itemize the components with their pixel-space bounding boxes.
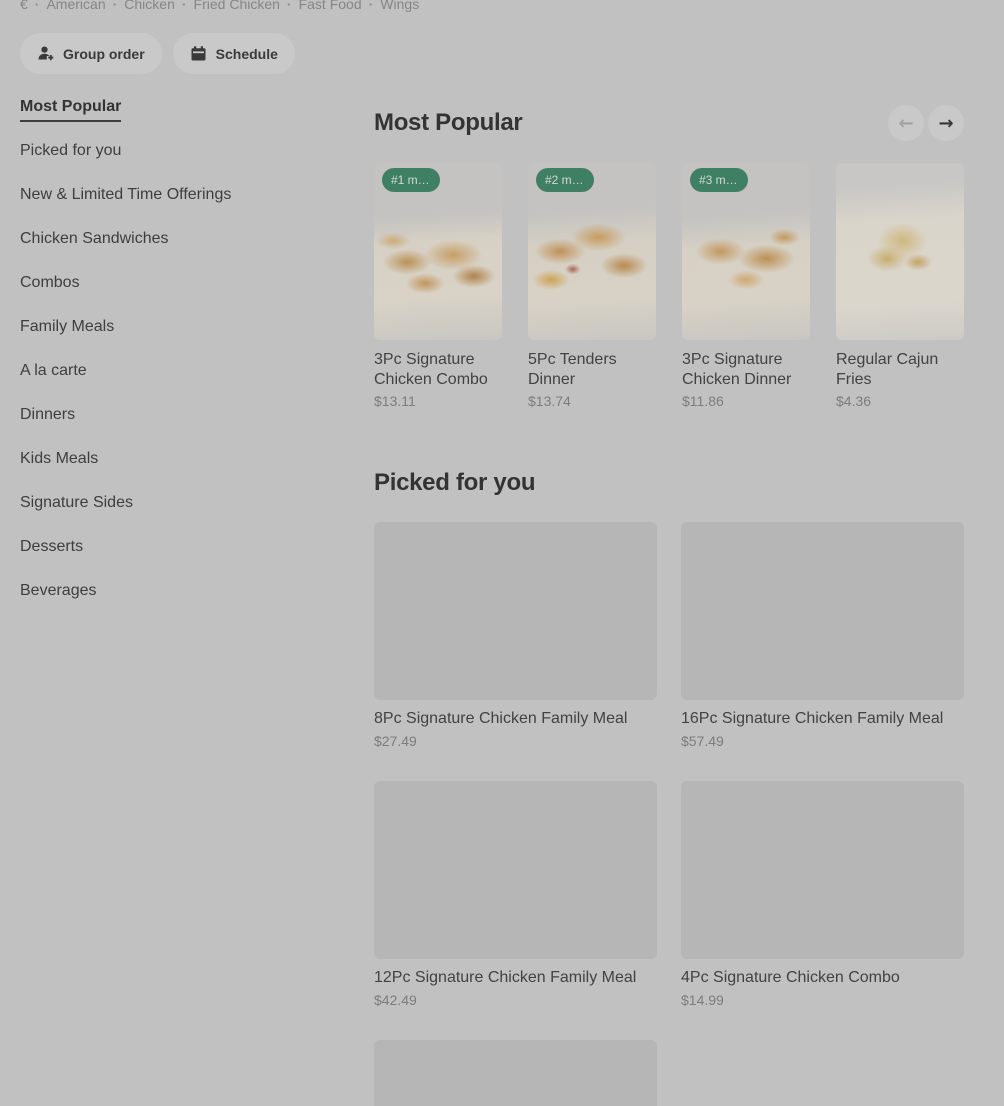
sidebar-item-a-la-carte[interactable]: A la carte (20, 362, 355, 406)
item-image-placeholder (374, 522, 657, 700)
menu-item-card-4pc-signature-chicken-combo[interactable]: 4Pc Signature Chicken Combo $14.99 (681, 781, 964, 1008)
sidebar-item-combos[interactable]: Combos (20, 274, 355, 318)
sidebar-item-kids-meals[interactable]: Kids Meals (20, 450, 355, 494)
most-popular-carousel: #1 m… 3Pc Signature Chicken Combo $13.11… (374, 163, 964, 409)
item-image: #1 m… (374, 163, 502, 340)
sidebar-item-new-limited-time-offerings[interactable]: New & Limited Time Offerings (20, 186, 355, 230)
schedule-label: Schedule (215, 45, 278, 62)
menu-category-sidebar: Most Popular Picked for you New & Limite… (20, 98, 355, 626)
carousel-nav: ← → (888, 105, 964, 141)
item-name: Regular Cajun Fries (836, 351, 939, 388)
menu-item-card-12pc-family-meal[interactable]: 12Pc Signature Chicken Family Meal $42.4… (374, 781, 657, 1008)
menu-item-card-3pc-signature-chicken-dinner[interactable]: #3 m… 3Pc Signature Chicken Dinner $11.8… (682, 163, 810, 409)
sidebar-item-desserts[interactable]: Desserts (20, 538, 355, 582)
item-image-placeholder (681, 781, 964, 959)
grid-spacer (681, 1040, 964, 1106)
item-image: #2 m… (528, 163, 656, 340)
item-price: $57.49 (681, 733, 724, 749)
menu-item-card-5pc-tenders-dinner[interactable]: #2 m… 5Pc Tenders Dinner $13.74 (528, 163, 656, 409)
item-name: 8Pc Signature Chicken Family Meal (374, 710, 628, 727)
breadcrumb-item[interactable]: American (46, 0, 124, 12)
sidebar-item-chicken-sandwiches[interactable]: Chicken Sandwiches (20, 230, 355, 274)
sidebar-item-family-meals[interactable]: Family Meals (20, 318, 355, 362)
carousel-next-button[interactable]: → (928, 105, 964, 141)
menu-item-card-16pc-family-meal[interactable]: 16Pc Signature Chicken Family Meal $57.4… (681, 522, 964, 749)
menu-content: Most Popular ← → #1 m… 3Pc Signature Chi… (374, 103, 964, 1106)
breadcrumb-item[interactable]: Wings (380, 0, 419, 12)
item-name: 3Pc Signature Chicken Combo (374, 351, 488, 388)
most-liked-badge: #1 m… (382, 168, 440, 192)
most-popular-header: Most Popular ← → (374, 103, 964, 143)
person-plus-icon (37, 45, 54, 62)
item-image-placeholder (374, 781, 657, 959)
carousel-prev-button[interactable]: ← (888, 105, 924, 141)
restaurant-actions: Group order Schedule (20, 33, 295, 74)
breadcrumb: €AmericanChickenFried ChickenFast FoodWi… (20, 0, 419, 13)
item-price: $27.49 (374, 733, 417, 749)
sidebar-item-most-popular[interactable]: Most Popular (20, 98, 355, 142)
sidebar-item-signature-sides[interactable]: Signature Sides (20, 494, 355, 538)
menu-item-card-3pc-signature-chicken-combo[interactable]: #1 m… 3Pc Signature Chicken Combo $13.11 (374, 163, 502, 409)
item-price: $13.11 (374, 393, 416, 409)
item-image-placeholder (374, 1040, 657, 1106)
item-name: 12Pc Signature Chicken Family Meal (374, 969, 637, 986)
section-title-picked-for-you: Picked for you (374, 469, 536, 496)
item-price: $14.99 (681, 992, 724, 1008)
item-price: $11.86 (682, 393, 724, 409)
calendar-icon (190, 45, 207, 62)
breadcrumb-item[interactable]: Chicken (124, 0, 193, 12)
item-image-placeholder (681, 522, 964, 700)
item-price: $13.74 (528, 393, 571, 409)
schedule-button[interactable]: Schedule (172, 33, 295, 74)
item-price: $4.36 (836, 393, 872, 409)
most-liked-badge: #3 m… (690, 168, 748, 192)
arrow-right-icon: → (938, 112, 954, 134)
group-order-label: Group order (63, 45, 145, 62)
item-name: 3Pc Signature Chicken Dinner (682, 351, 792, 388)
most-liked-badge: #2 m… (536, 168, 594, 192)
item-image (836, 163, 964, 340)
breadcrumb-item[interactable]: Fried Chicken (194, 0, 299, 12)
item-price: $42.49 (374, 992, 417, 1008)
group-order-button[interactable]: Group order (20, 33, 162, 74)
breadcrumb-item[interactable]: Fast Food (299, 0, 381, 12)
picked-for-you-grid: 8Pc Signature Chicken Family Meal $27.49… (374, 522, 964, 1106)
item-name: 5Pc Tenders Dinner (528, 351, 617, 388)
menu-item-card-regular-cajun-fries[interactable]: Regular Cajun Fries $4.36 (836, 163, 964, 409)
breadcrumb-price-range[interactable]: € (20, 0, 46, 12)
arrow-left-icon: ← (898, 112, 914, 134)
sidebar-item-dinners[interactable]: Dinners (20, 406, 355, 450)
menu-item-card-partial[interactable] (374, 1040, 657, 1106)
item-name: 16Pc Signature Chicken Family Meal (681, 710, 944, 727)
item-name: 4Pc Signature Chicken Combo (681, 969, 900, 986)
sidebar-item-picked-for-you[interactable]: Picked for you (20, 142, 355, 186)
sidebar-item-beverages[interactable]: Beverages (20, 582, 355, 626)
menu-item-card-8pc-family-meal[interactable]: 8Pc Signature Chicken Family Meal $27.49 (374, 522, 657, 749)
section-title-most-popular: Most Popular (374, 109, 523, 136)
item-image: #3 m… (682, 163, 810, 340)
